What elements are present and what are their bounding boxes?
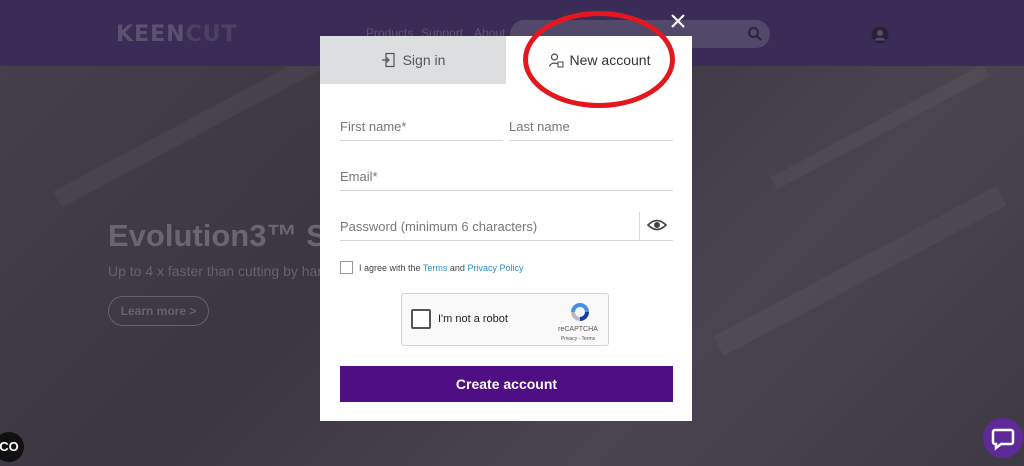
- agree-prefix: I agree with the: [359, 262, 421, 273]
- sign-in-icon: [381, 52, 395, 68]
- recaptcha-checkbox[interactable]: [411, 309, 431, 329]
- email-placeholder: Email*: [340, 169, 378, 184]
- privacy-policy-link[interactable]: Privacy Policy: [467, 263, 523, 273]
- recaptcha-logo-icon: [571, 303, 589, 321]
- bg-decoration: [713, 186, 1007, 356]
- logo-main: KEEN: [116, 22, 186, 47]
- hero-subtitle: Up to 4 x faster than cutting by hand: [108, 263, 333, 279]
- create-account-button[interactable]: Create account: [340, 366, 673, 402]
- tab-sign-in[interactable]: Sign in: [320, 36, 506, 84]
- bg-decoration: [770, 64, 990, 190]
- last-name-field[interactable]: Last name: [509, 111, 673, 141]
- password-placeholder: Password (minimum 6 characters): [340, 219, 538, 234]
- chat-icon: [991, 428, 1015, 451]
- agree-text: I agree with the Terms and Privacy Polic…: [359, 263, 523, 273]
- chat-button[interactable]: [983, 418, 1023, 458]
- first-name-placeholder: First name*: [340, 119, 407, 134]
- agree-checkbox[interactable]: [340, 261, 353, 274]
- terms-agreement: I agree with the Terms and Privacy Polic…: [340, 261, 523, 274]
- recaptcha-widget: I'm not a robot reCAPTCHA Privacy - Term…: [401, 293, 609, 346]
- account-icon[interactable]: [871, 26, 889, 44]
- terms-link[interactable]: Terms: [423, 263, 448, 273]
- search-icon[interactable]: [747, 26, 763, 42]
- bg-decoration: [53, 50, 327, 208]
- recaptcha-links[interactable]: Privacy - Terms: [548, 336, 608, 342]
- last-name-placeholder: Last name: [509, 119, 570, 134]
- show-password-toggle[interactable]: [639, 212, 673, 240]
- first-name-field[interactable]: First name*: [340, 111, 503, 141]
- recaptcha-brand: reCAPTCHA: [558, 326, 598, 333]
- highlight-circle: [523, 11, 675, 108]
- tab-sign-in-label: Sign in: [402, 52, 446, 68]
- keencut-logo[interactable]: KEENCUT: [116, 22, 238, 47]
- eye-icon: [646, 219, 668, 231]
- hero-title: Evolution3™ Sm: [108, 218, 355, 253]
- password-field[interactable]: Password (minimum 6 characters): [340, 211, 673, 241]
- learn-more-button[interactable]: Learn more >: [108, 296, 209, 326]
- close-icon[interactable]: [669, 12, 687, 30]
- agree-and: and: [449, 262, 465, 273]
- recaptcha-label: I'm not a robot: [438, 313, 508, 325]
- logo-accent: CUT: [185, 22, 238, 47]
- email-field[interactable]: Email*: [340, 161, 673, 191]
